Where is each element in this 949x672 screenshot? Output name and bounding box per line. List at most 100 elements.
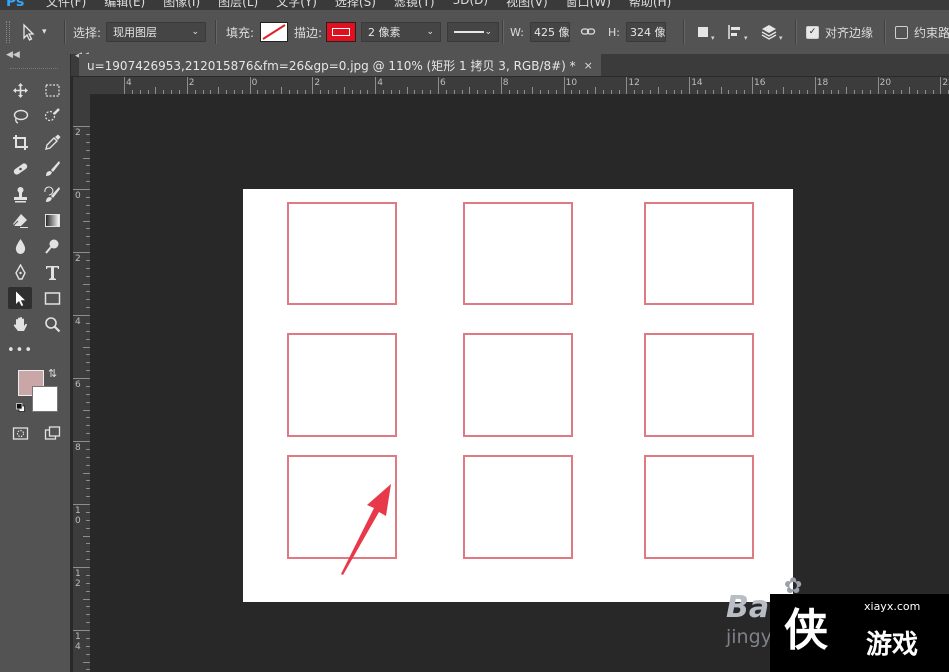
ruler-minor-tick (932, 90, 934, 94)
healing-brush-tool[interactable] (8, 157, 32, 179)
menu-item[interactable]: 图像(I) (163, 0, 200, 10)
rectangle-shape[interactable] (644, 202, 754, 305)
fill-swatch[interactable] (260, 22, 289, 42)
ruler-label: 12 (75, 569, 81, 589)
menu-item[interactable]: 选择(S) (335, 0, 376, 10)
ruler-minor-tick (469, 87, 471, 94)
ruler-label: 8 (502, 78, 509, 88)
hand-tool[interactable] (8, 313, 32, 335)
path-operations-button[interactable]: ▾ (698, 10, 715, 54)
path-selection-tool[interactable] (8, 287, 32, 309)
quick-mask-icon (12, 426, 28, 440)
zoom-tool[interactable] (40, 313, 64, 335)
background-color-swatch[interactable] (32, 386, 58, 412)
close-icon[interactable]: × (584, 59, 593, 72)
menu-item[interactable]: 编辑(E) (104, 0, 145, 10)
stroke-width-input[interactable]: 2 像素 ⌄ (361, 22, 441, 42)
rectangle-shape[interactable] (644, 333, 754, 437)
path-selection-icon (23, 23, 35, 41)
select-dropdown[interactable]: 现用图层 ⌄ (106, 22, 207, 42)
width-input[interactable]: 425 像素 (529, 22, 570, 42)
rectangle-shape[interactable] (463, 333, 573, 437)
ruler-minor-tick (328, 90, 330, 94)
ruler-major-tick (877, 77, 879, 94)
path-alignment-button[interactable]: ▾ (727, 10, 748, 54)
lasso-tool[interactable] (8, 105, 32, 127)
pen-tool[interactable] (8, 261, 32, 283)
default-colors-icon[interactable] (16, 403, 25, 412)
separator (884, 20, 886, 44)
ruler-minor-tick (226, 90, 228, 94)
ruler-minor-tick (367, 90, 369, 94)
dodge-tool[interactable] (40, 235, 64, 257)
menu-item[interactable]: 3D(D) (453, 0, 488, 10)
ruler-major-tick (752, 77, 753, 94)
type-tool[interactable] (40, 261, 64, 283)
chevron-down-icon: ⌄ (191, 27, 200, 37)
ruler-minor-tick (642, 90, 644, 94)
ruler-minor-tick (304, 90, 306, 94)
rectangle-shape[interactable] (287, 202, 397, 305)
ruler-minor-tick (320, 90, 322, 94)
blur-tool[interactable] (8, 235, 32, 257)
menu-item[interactable]: 文字(Y) (276, 0, 317, 10)
crop-tool[interactable] (8, 131, 32, 153)
menu-item[interactable]: 帮助(H) (629, 0, 671, 10)
select-value: 现用图层 (113, 26, 158, 39)
menu-item[interactable]: 窗口(W) (566, 0, 611, 10)
ruler-minor-tick (822, 90, 824, 94)
separator (64, 20, 66, 44)
gradient-icon (44, 213, 60, 227)
stroke-type-dropdown[interactable]: ⌄ (447, 22, 499, 42)
marquee-tool[interactable] (40, 79, 64, 101)
menu-item[interactable]: 视图(V) (506, 0, 548, 10)
clone-stamp-tool[interactable] (8, 183, 32, 205)
history-brush-icon (43, 186, 60, 202)
vertical-ruler[interactable]: 2 0 2 4 6 8 10 12 14 (73, 94, 91, 672)
collapse-panel-icon[interactable]: ◀◀ (6, 50, 20, 60)
menu-item[interactable]: 文件(F) (46, 0, 86, 10)
rectangle-shape[interactable] (644, 455, 754, 559)
ruler-minor-tick (775, 90, 777, 94)
height-input[interactable]: 324 像素 (625, 22, 666, 42)
quick-mask-button[interactable] (8, 422, 32, 444)
ruler-minor-tick (838, 90, 840, 94)
path-arrangement-button[interactable]: ▾ (760, 10, 783, 54)
ruler-minor-tick (736, 90, 738, 94)
brush-tool[interactable] (40, 157, 64, 179)
ruler-minor-tick (83, 598, 90, 600)
ruler-minor-tick (634, 90, 636, 94)
horizontal-ruler[interactable]: 420246810121416182022 (90, 77, 949, 95)
rectangle-tool[interactable] (40, 287, 64, 309)
ruler-minor-tick (759, 90, 761, 94)
document-tab[interactable]: u=1907426953,212015876&fm=26&gp=0.jpg @ … (79, 54, 601, 76)
rectangle-shape[interactable] (463, 202, 573, 305)
ruler-minor-tick (492, 90, 494, 94)
gradient-tool[interactable] (40, 209, 64, 231)
history-brush-tool[interactable] (40, 183, 64, 205)
document-canvas[interactable] (243, 189, 793, 602)
align-edges-checkbox[interactable]: ✓ 对齐边缘 (806, 10, 873, 54)
menu-item[interactable]: 图层(L) (218, 0, 258, 10)
ruler-minor-tick (171, 90, 173, 94)
menu-item[interactable]: 滤镜(T) (394, 0, 435, 10)
no-fill-icon (262, 24, 286, 40)
ruler-minor-tick (579, 90, 581, 94)
ruler-origin[interactable] (73, 77, 91, 95)
edit-toolbar-button[interactable]: ••• (7, 339, 32, 361)
stroke-swatch[interactable] (326, 22, 357, 42)
rectangle-shape[interactable] (463, 455, 573, 559)
eyedropper-tool[interactable] (40, 131, 64, 153)
constrain-path-checkbox[interactable]: 约束路 (895, 10, 949, 54)
swap-colors-icon[interactable]: ⇅ (48, 367, 57, 380)
ruler-minor-tick (445, 90, 447, 94)
eraser-tool[interactable] (8, 209, 32, 231)
screen-mode-button[interactable] (40, 422, 64, 444)
link-icon[interactable] (580, 10, 596, 54)
tool-preset-picker[interactable]: ▾ (20, 10, 47, 54)
quick-selection-tool[interactable] (40, 105, 64, 127)
ruler-label: 2 (75, 254, 81, 264)
rectangle-shape[interactable] (287, 333, 397, 437)
ruler-label: 10 (75, 506, 81, 526)
move-tool[interactable] (8, 79, 32, 101)
